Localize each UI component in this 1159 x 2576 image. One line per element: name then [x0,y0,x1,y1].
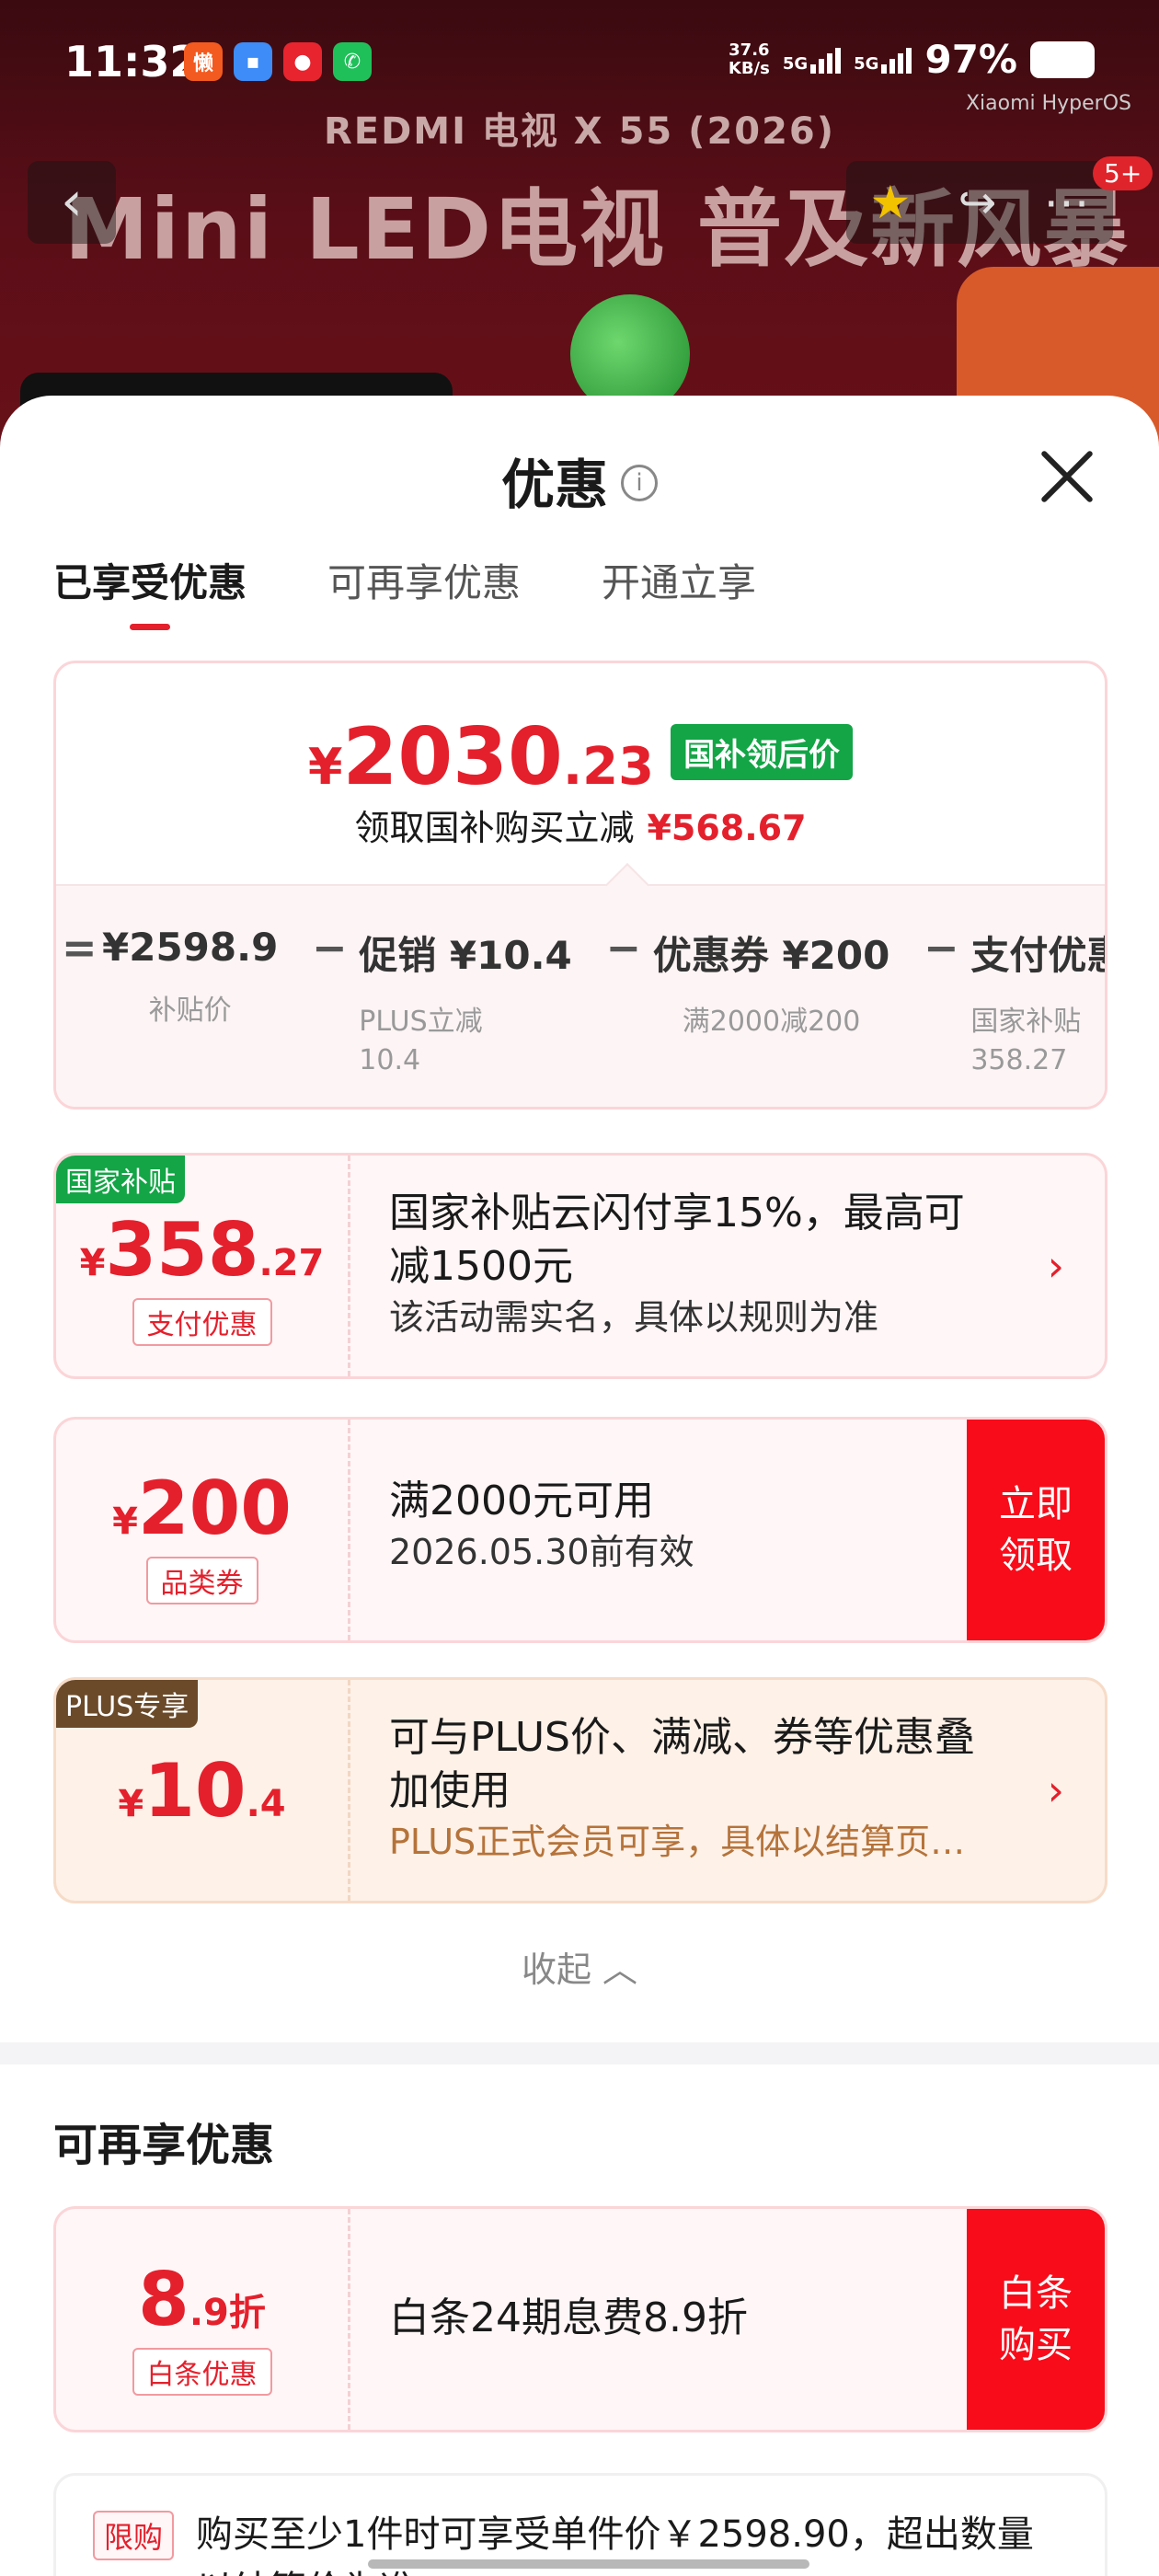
discount-tabs: 已享受优惠 可再享优惠 开通立享 [53,552,756,630]
section-title: 可再享优惠 [53,2120,275,2171]
star-icon[interactable]: ★ [870,176,912,229]
section-divider [0,2042,1159,2064]
signal-icon: 5G [854,46,912,74]
coupon-title: 满2000元可用 [389,1478,654,1524]
coupon-amount: ¥ 10 .4 [118,1748,286,1834]
formula-caption: 补贴价 [148,995,232,1027]
formula-term: 支付优惠国家补贴 358.27 [970,886,1105,1080]
coupon-title: 可与PLUS价、满减、券等优惠叠加使用 [389,1714,975,1814]
home-indicator[interactable] [368,2559,809,2569]
app-notification-icon: ▪ [234,42,272,81]
formula-term: 促销 ¥10.4 PLUS立减 10.4 [359,886,571,1080]
battery-level: 97% [924,37,1017,82]
coupon-title: 白条24期息费8.9折 [389,2294,748,2341]
breakdown-formula: = ¥2598.9 补贴价 − 促销 ¥10.4 PLUS立减 10.4− 优惠券 ¥200… [56,886,1105,1080]
formula-caption: 国家补贴 358.27 [970,1006,1082,1076]
notification-badge: 5+ [1093,156,1153,190]
price-breakdown[interactable]: = ¥2598.9 补贴价 − 促销 ¥10.4 PLUS立减 10.4− 优惠券 ¥200… [56,862,1105,1107]
coupon-type-label: 品类券 [145,1557,258,1604]
corner-tag: PLUS专享 [56,1680,199,1728]
coupon-card-baitiao: 8 .9折 白条优惠 白条24期息费8.9折 白条购买 [53,2206,1107,2432]
status-indicators: 37.6 KB/s 5G 5G 97% [729,37,1095,82]
signal-icon: 5G [783,46,842,74]
formula-value: 支付优惠 [970,933,1105,978]
final-price: ¥ 2030 .23 国补领后价 [56,711,1105,803]
formula-term: 优惠券 ¥200 满2000减200 [653,886,890,1080]
discount-sheet: 优惠 i 已享受优惠 可再享优惠 开通立享 ¥ 2030 .23 国补领后价 领取… [0,396,1159,2576]
collapse-button[interactable]: 收起 ︿ [0,1941,1159,1992]
baitiao-buy-button[interactable]: 白条购买 [967,2209,1105,2430]
coupon-type-label: 白条优惠 [132,2348,272,2396]
savings-text: 领取国补购买立减 ¥568.67 [354,808,807,848]
tab-more-discounts[interactable]: 可再享优惠 [327,552,521,630]
formula-operator: − [605,923,642,972]
net-speed: 37.6 KB/s [728,40,770,78]
coupon-desc: PLUS正式会员可享，具体以结算页为准 [389,1822,994,1862]
back-button[interactable]: ‹ [28,161,116,244]
coupon-desc: 该活动需实名，具体以规则为准 [389,1297,879,1338]
coupon-validity: 2026.05.30前有效 [389,1532,694,1572]
formula-operator: = [62,923,98,972]
chevron-right-icon[interactable]: › [1048,1241,1064,1291]
formula-caption: PLUS立减 10.4 [359,1006,483,1076]
sheet-title: 优惠 i [0,442,1159,519]
formula-value: ¥2598.9 [102,925,279,970]
info-icon[interactable]: i [621,464,658,501]
formula-operator: − [924,923,959,972]
claim-coupon-button[interactable]: 立即领取 [967,1420,1105,1640]
more-icon[interactable]: ⋯ [1043,176,1089,229]
tab-enjoyed-discounts[interactable]: 已享受优惠 [53,552,247,630]
sheet-header: 优惠 i [0,396,1159,561]
banner-subtitle: REDMI 电视 X 55 (2026) [323,110,836,153]
coupon-amount: ¥ 358 .27 [79,1207,325,1293]
corner-tag: 国家补贴 [56,1156,185,1203]
chevron-right-icon[interactable]: › [1048,1765,1064,1815]
battery-icon [1030,40,1095,78]
price-tag: 国补领后价 [671,723,854,780]
close-icon[interactable] [1039,449,1095,504]
coupon-card-plus[interactable]: ¥ 10 .4 PLUS专享 可与PLUS价、满减、券等优惠叠加使用 PLUS正… [53,1677,1107,1903]
coupon-title: 国家补贴云闪付享15%，最高可减1500元 [389,1190,965,1290]
limit-tag: 限购 [93,2511,175,2560]
share-icon[interactable]: ↪ [958,176,996,229]
formula-value: 促销 ¥10.4 [359,933,572,978]
tab-activate-discounts[interactable]: 开通立享 [602,552,756,630]
status-time: 11:32 [64,37,200,86]
coupon-amount: ¥ 200 [112,1466,292,1551]
formula-term: ¥2598.9 补贴价 [102,886,278,1080]
price-summary-card: ¥ 2030 .23 国补领后价 领取国补购买立减 ¥568.67 = ¥2598.… [53,661,1107,1110]
phone-icon: ✆ [333,42,372,81]
formula-operator: − [312,923,348,972]
coupon-amount: 8 .9折 [138,2257,266,2342]
app-notification-icon: ● [283,42,322,81]
app-notification-icon: 懒 [184,42,223,81]
status-app-icons: 懒 ▪ ● ✆ [184,42,372,81]
coupon-card-category: ¥ 200 品类券 满2000元可用 2026.05.30前有效 立即领取 [53,1417,1107,1643]
top-actions: ★ ↪ ⋯ [846,161,1113,244]
formula-value: 优惠券 ¥200 [652,933,890,978]
coupon-card-subsidy[interactable]: ¥ 358 .27 支付优惠 国家补贴 国家补贴云闪付享15%，最高可减1500… [53,1153,1107,1379]
formula-caption: 满2000减200 [682,1006,861,1038]
coupon-type-label: 支付优惠 [132,1298,272,1346]
